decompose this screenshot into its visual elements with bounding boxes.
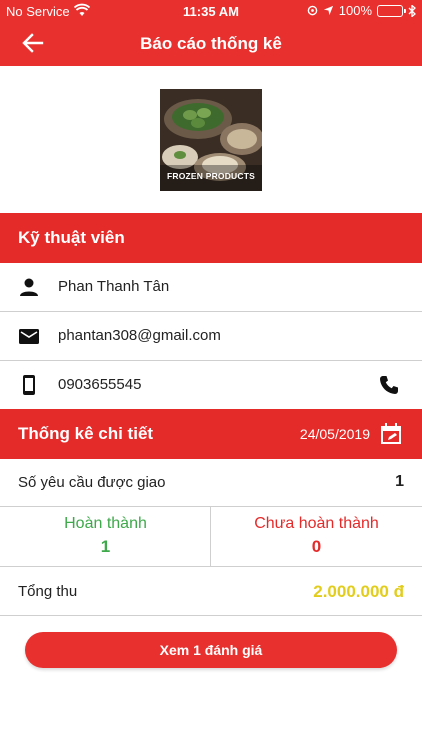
smartphone-icon: [18, 374, 40, 396]
assigned-requests-row: Số yêu cầu được giao 1: [0, 459, 422, 507]
revenue-value: 2.000.000 đ: [313, 582, 404, 601]
revenue-row: Tổng thu 2.000.000 đ: [0, 567, 422, 616]
technician-email-row: phantan308@gmail.com: [0, 312, 422, 361]
incomplete-value: 0: [311, 537, 322, 556]
assigned-label: Số yêu cầu được giao: [18, 474, 166, 491]
technician-name: Phan Thanh Tân: [58, 278, 170, 295]
completed-label: Hoàn thành: [64, 515, 147, 532]
status-bar: No Service 11:35 AM 100%: [0, 0, 422, 22]
navigation-arrow-icon: [323, 5, 333, 16]
brand-logo: FROZEN PRODUCTS: [160, 89, 262, 191]
completed-column: Hoàn thành 1: [0, 515, 211, 557]
calendar-edit-icon[interactable]: [380, 422, 402, 446]
technician-name-row: Phan Thanh Tân: [0, 263, 422, 312]
technician-phone-row: 0903655545: [0, 361, 422, 410]
logo-caption: FROZEN PRODUCTS: [167, 171, 255, 181]
details-section-header: Thống kê chi tiết 24/05/2019: [0, 409, 422, 459]
technician-section-header: Kỹ thuật viên: [0, 213, 422, 263]
technician-section-title: Kỹ thuật viên: [18, 228, 125, 247]
page-title: Báo cáo thống kê: [140, 34, 282, 53]
completion-summary: Hoàn thành 1 Chưa hoàn thành 0: [0, 507, 422, 567]
details-section-title: Thống kê chi tiết: [18, 424, 154, 443]
battery-icon: [377, 4, 406, 17]
battery-percent: 100%: [338, 3, 372, 18]
report-date[interactable]: 24/05/2019: [300, 426, 370, 442]
incomplete-label: Chưa hoàn thành: [254, 515, 379, 532]
app-header: No Service 11:35 AM 100% Báo cáo thống k…: [0, 0, 422, 66]
phone-call-icon[interactable]: [378, 374, 400, 396]
incomplete-column: Chưa hoàn thành 0: [211, 515, 422, 557]
technician-email[interactable]: phantan308@gmail.com: [58, 327, 221, 344]
revenue-label: Tổng thu: [18, 583, 78, 600]
person-icon: [18, 276, 40, 298]
bluetooth-icon: [408, 4, 416, 17]
location-icon: [307, 5, 318, 16]
assigned-value: 1: [395, 473, 404, 490]
mail-icon: [18, 325, 40, 347]
view-reviews-button[interactable]: Xem 1 đánh giá: [25, 632, 397, 668]
technician-phone: 0903655545: [58, 376, 142, 393]
completed-value: 1: [100, 537, 111, 556]
